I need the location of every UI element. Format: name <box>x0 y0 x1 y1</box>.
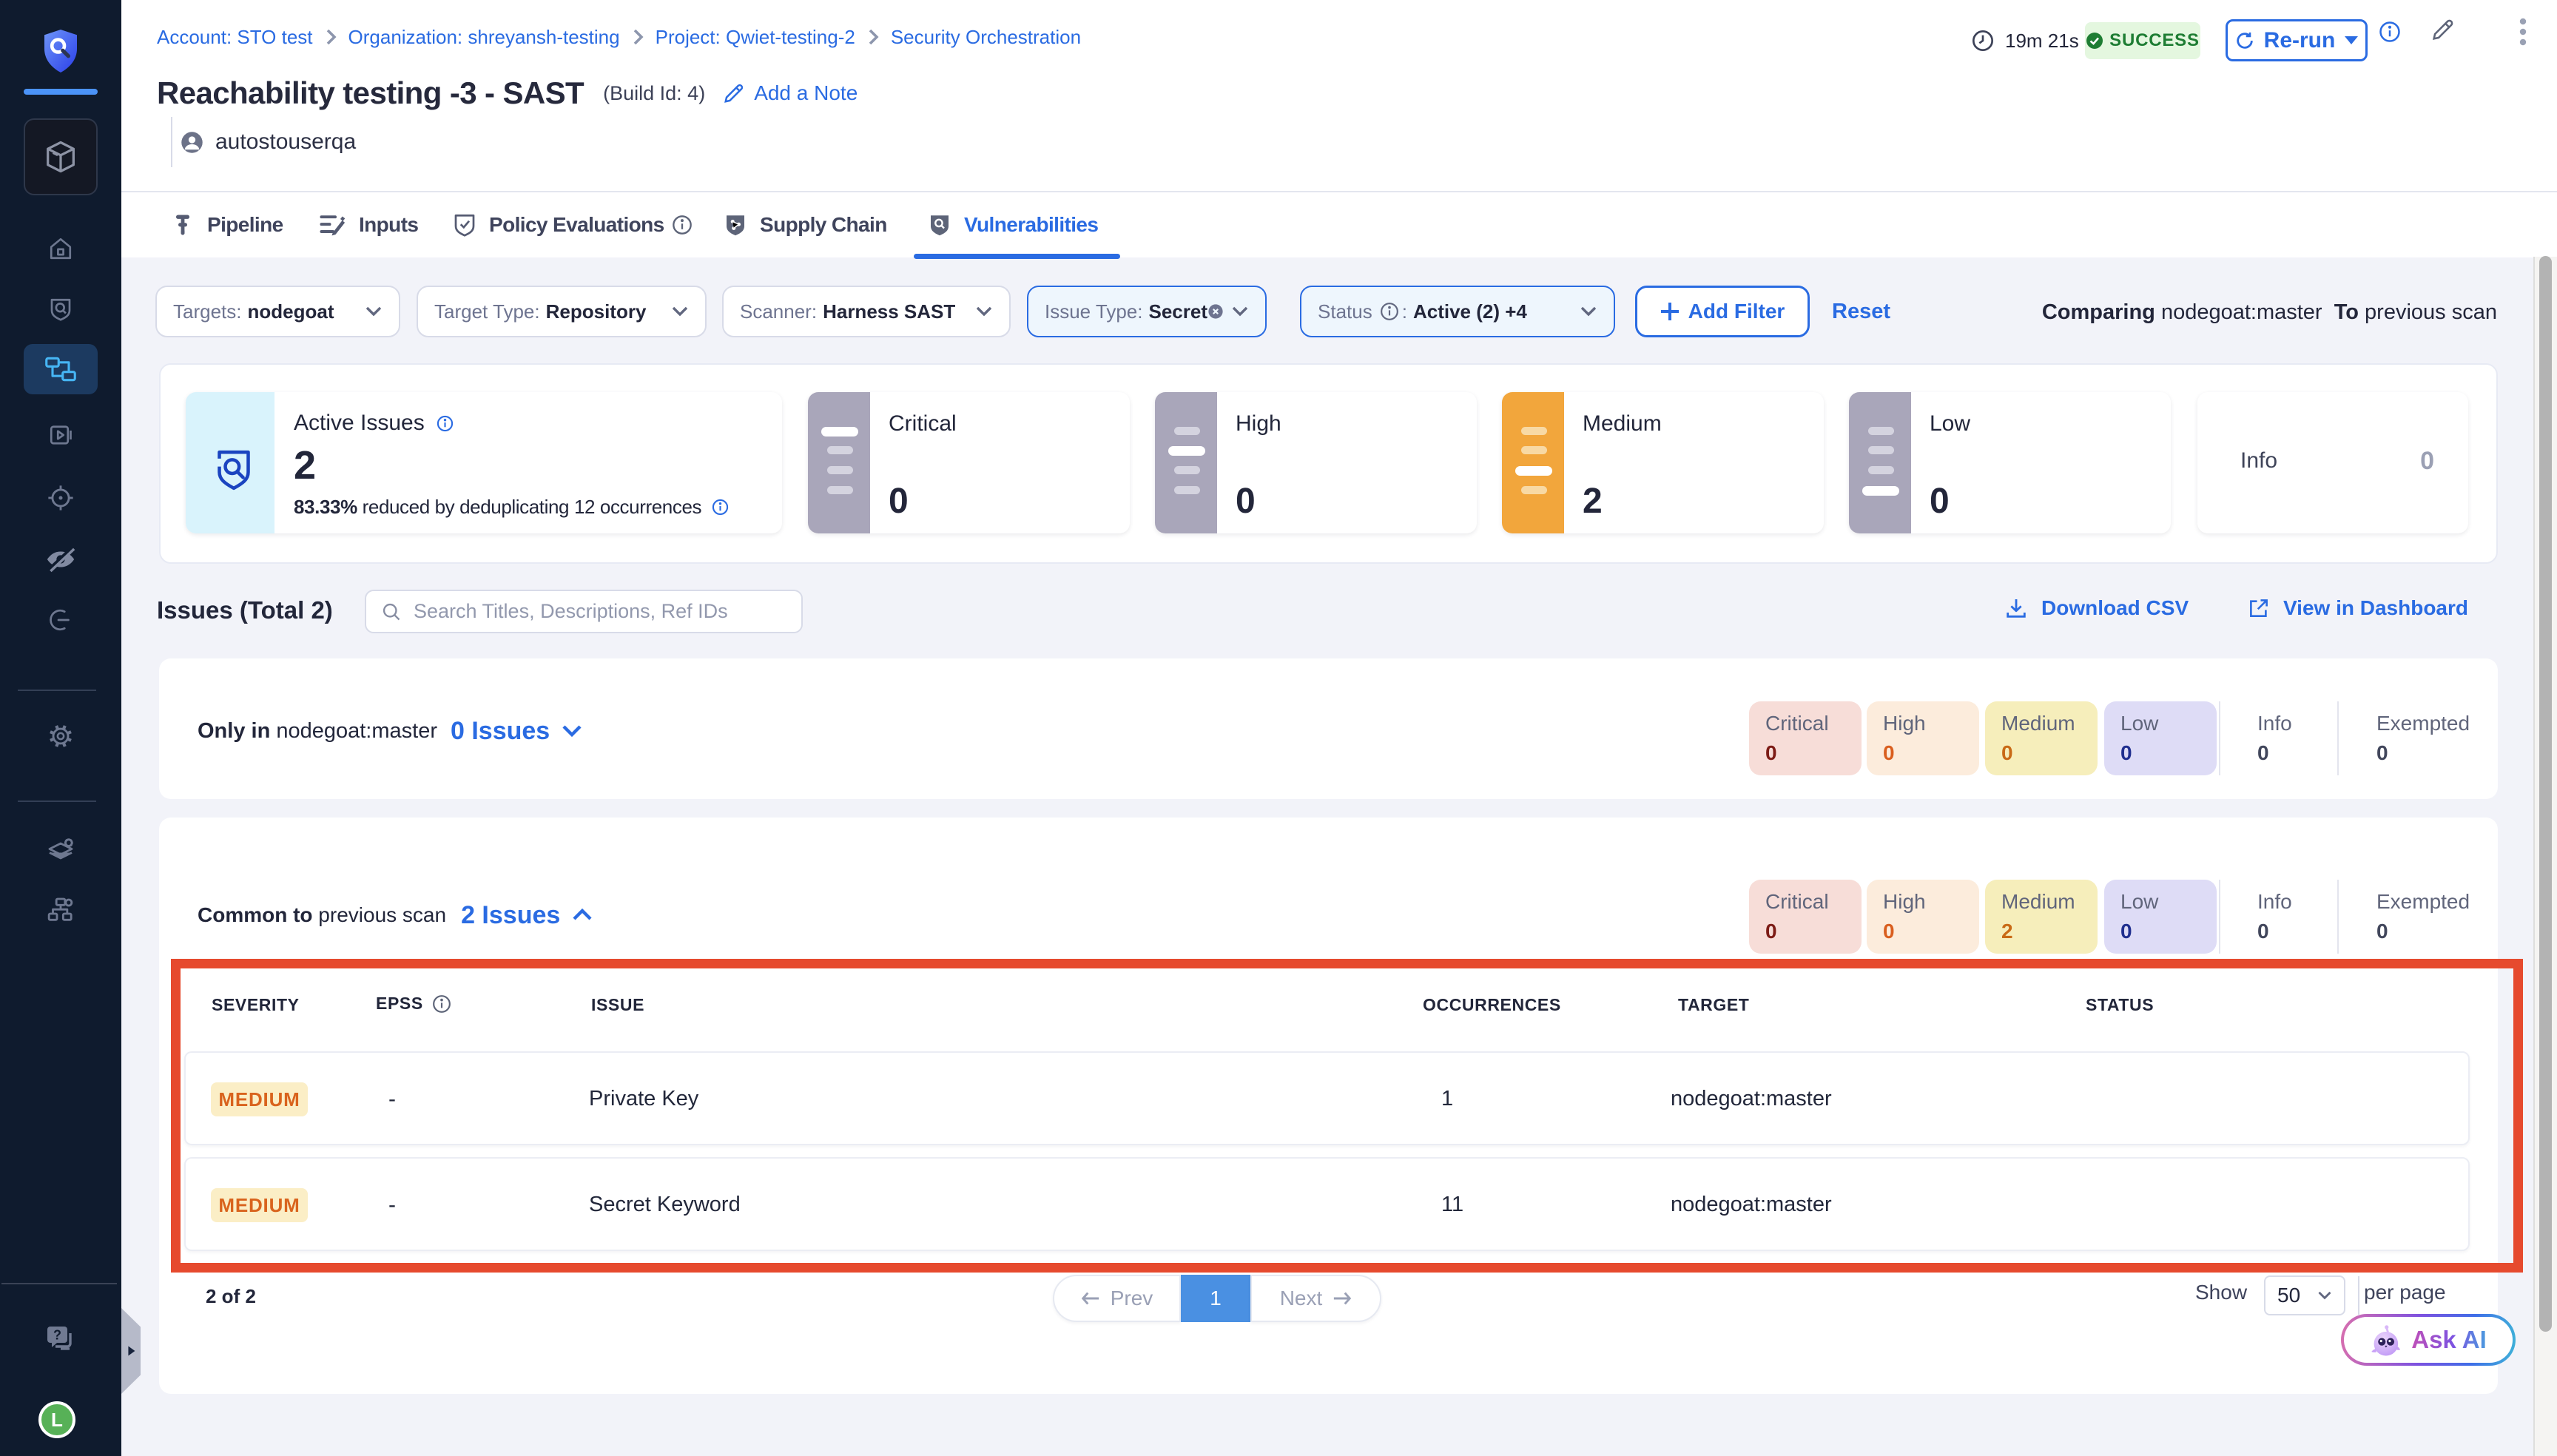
svg-text:?: ? <box>53 1328 61 1343</box>
